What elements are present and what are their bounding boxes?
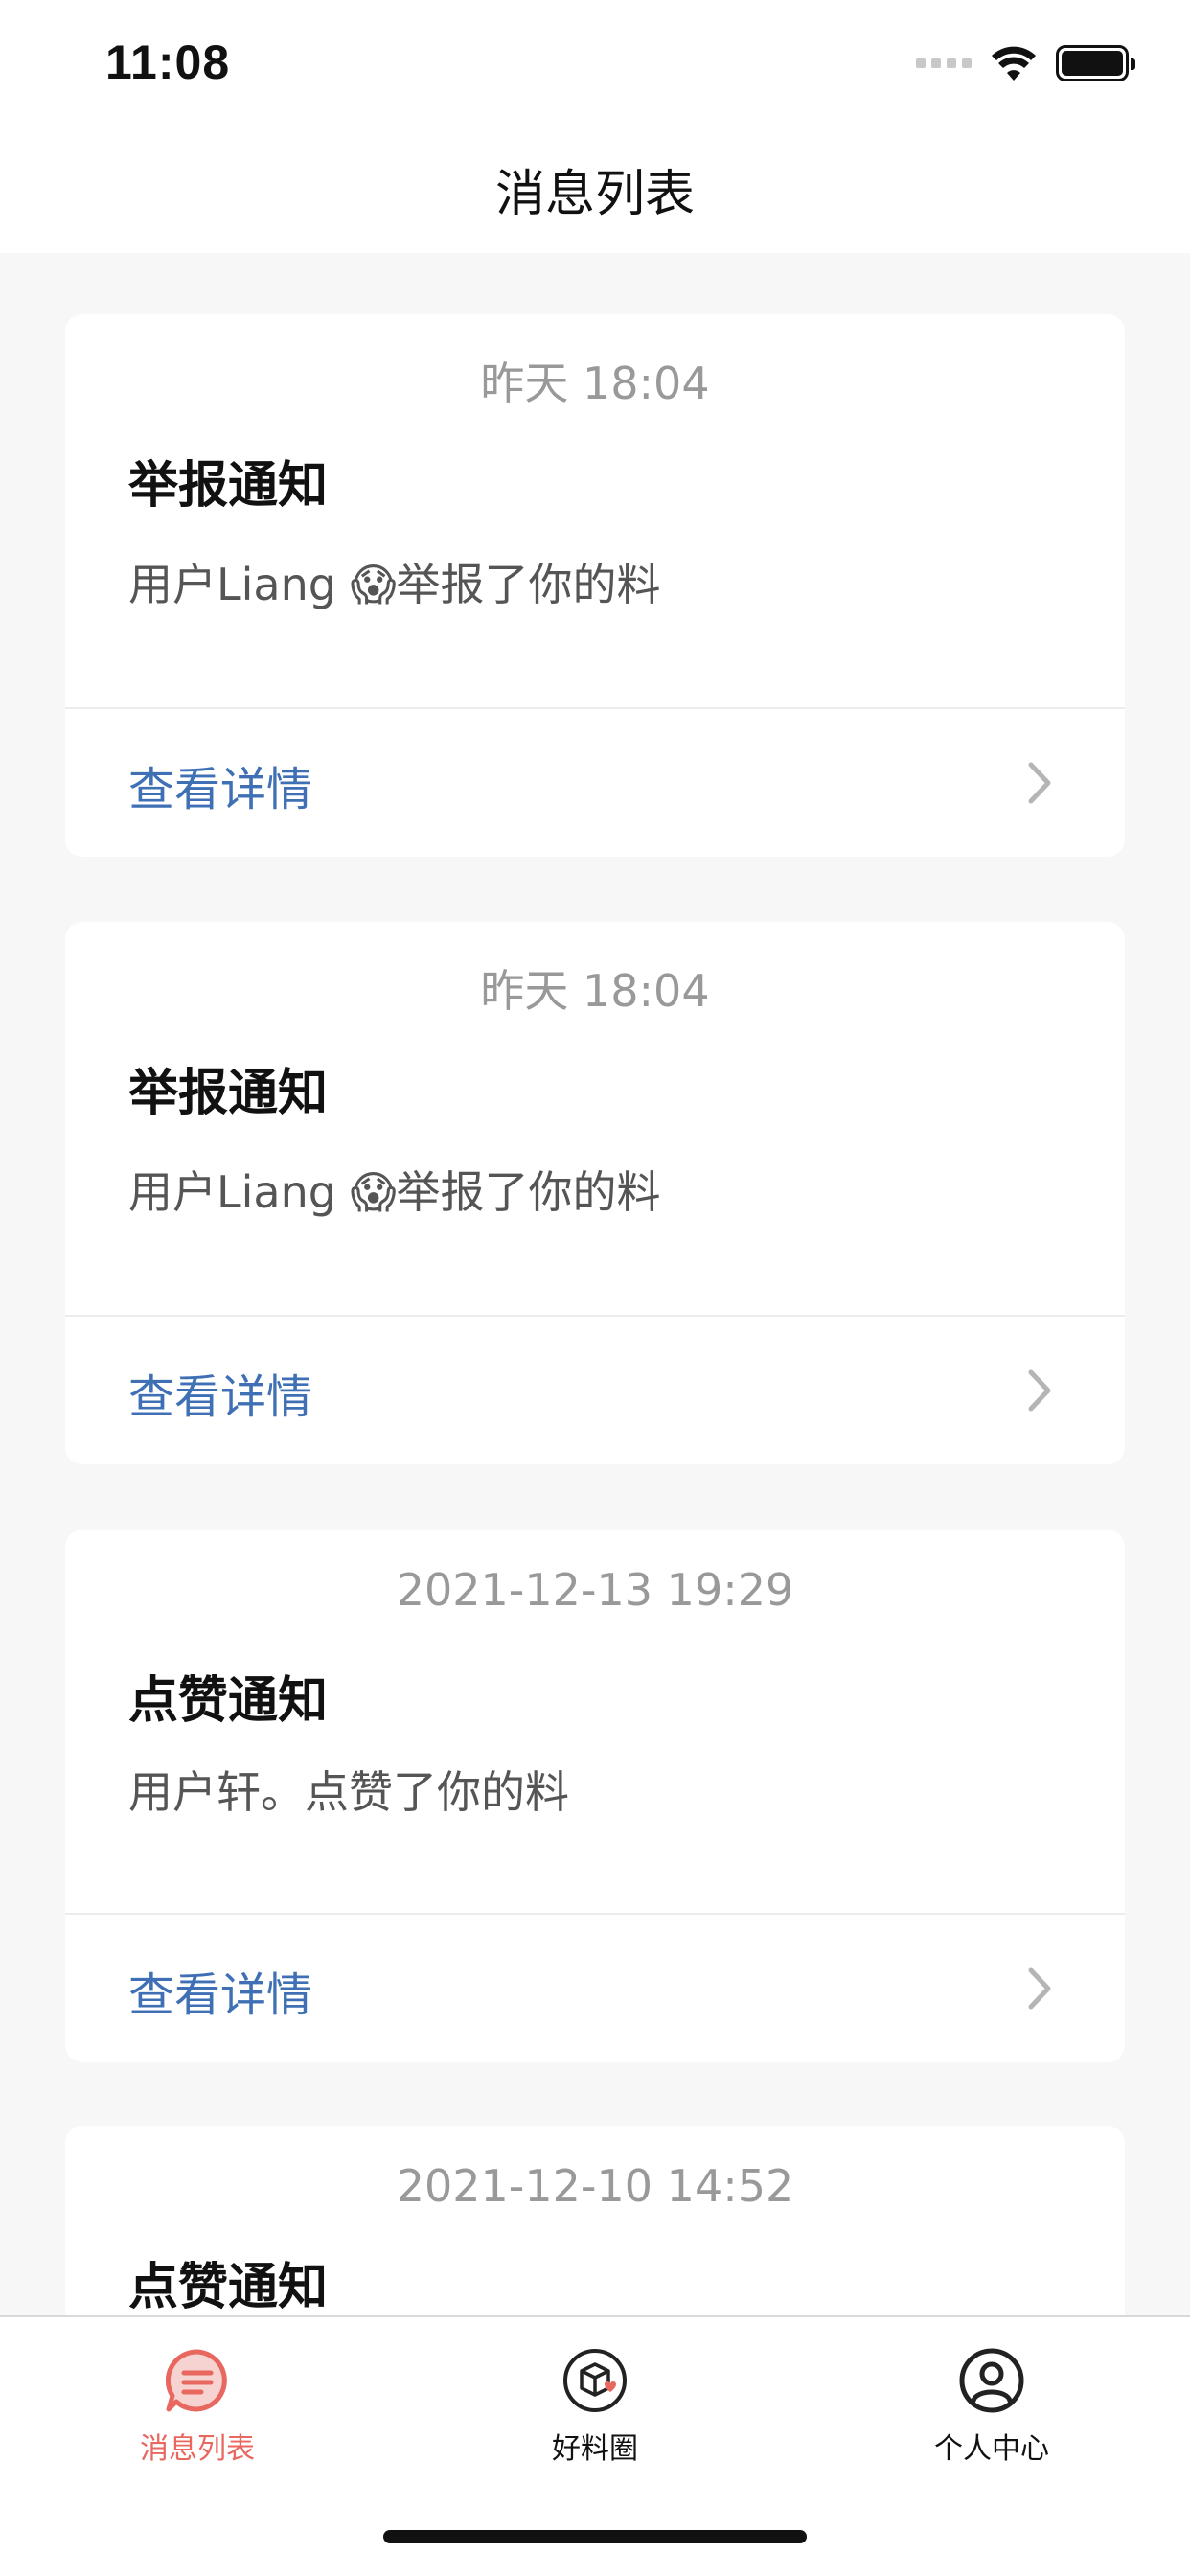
tab-label: 好料圈 xyxy=(552,2432,638,2466)
tab-label: 个人中心 xyxy=(934,2432,1049,2466)
page-title: 消息列表 xyxy=(494,166,695,223)
message-card: 昨天 18:04 举报通知 用户Liang 😱举报了你的料 查看详情 xyxy=(65,314,1125,857)
message-body: 用户轩。点赞了你的料 xyxy=(128,1766,569,1818)
message-time: 2021-12-13 19:29 xyxy=(396,1564,794,1616)
view-details-link[interactable]: 查看详情 xyxy=(128,751,312,818)
divider xyxy=(65,1315,1125,1317)
chevron-right-icon[interactable] xyxy=(1018,1966,1062,2011)
message-title: 点赞通知 xyxy=(128,1672,329,1730)
home-indicator xyxy=(383,2530,807,2543)
divider xyxy=(65,1913,1125,1915)
chevron-right-icon[interactable] xyxy=(1018,1368,1062,1413)
chevron-right-icon[interactable] xyxy=(1018,761,1062,805)
view-details-link[interactable]: 查看详情 xyxy=(128,1359,312,1426)
status-icons xyxy=(916,42,1135,84)
divider xyxy=(65,707,1125,709)
tab-good-stuff-circle[interactable]: 好料圈 xyxy=(451,2346,739,2467)
message-title: 点赞通知 xyxy=(128,2259,329,2316)
message-list-icon xyxy=(165,2349,227,2412)
message-card: 昨天 18:04 举报通知 用户Liang 😱举报了你的料 查看详情 xyxy=(65,922,1125,1464)
top-bar: 11:08 消息列表 xyxy=(0,0,1190,253)
message-body: 用户Liang 😱举报了你的料 xyxy=(128,559,661,610)
tab-message-list[interactable]: 消息列表 xyxy=(54,2346,341,2467)
message-time: 昨天 18:04 xyxy=(480,965,710,1017)
battery-icon xyxy=(1056,45,1135,81)
message-title: 举报通知 xyxy=(128,457,329,515)
message-body: 用户Liang 😱举报了你的料 xyxy=(128,1166,661,1218)
status-time: 11:08 xyxy=(105,35,231,89)
box-circle-icon xyxy=(563,2349,627,2412)
user-circle-icon xyxy=(959,2348,1024,2413)
message-time: 2021-12-10 14:52 xyxy=(396,2160,794,2212)
message-title: 举报通知 xyxy=(128,1065,329,1122)
message-time: 昨天 18:04 xyxy=(480,357,710,409)
wifi-icon xyxy=(992,46,1036,80)
tab-personal-center[interactable]: 个人中心 xyxy=(848,2346,1135,2467)
cellular-signal-icon xyxy=(916,58,972,68)
tab-label: 消息列表 xyxy=(140,2432,255,2466)
message-card: 2021-12-13 19:29 点赞通知 用户轩。点赞了你的料 查看详情 xyxy=(65,1530,1125,2062)
view-details-link[interactable]: 查看详情 xyxy=(128,1957,312,2024)
